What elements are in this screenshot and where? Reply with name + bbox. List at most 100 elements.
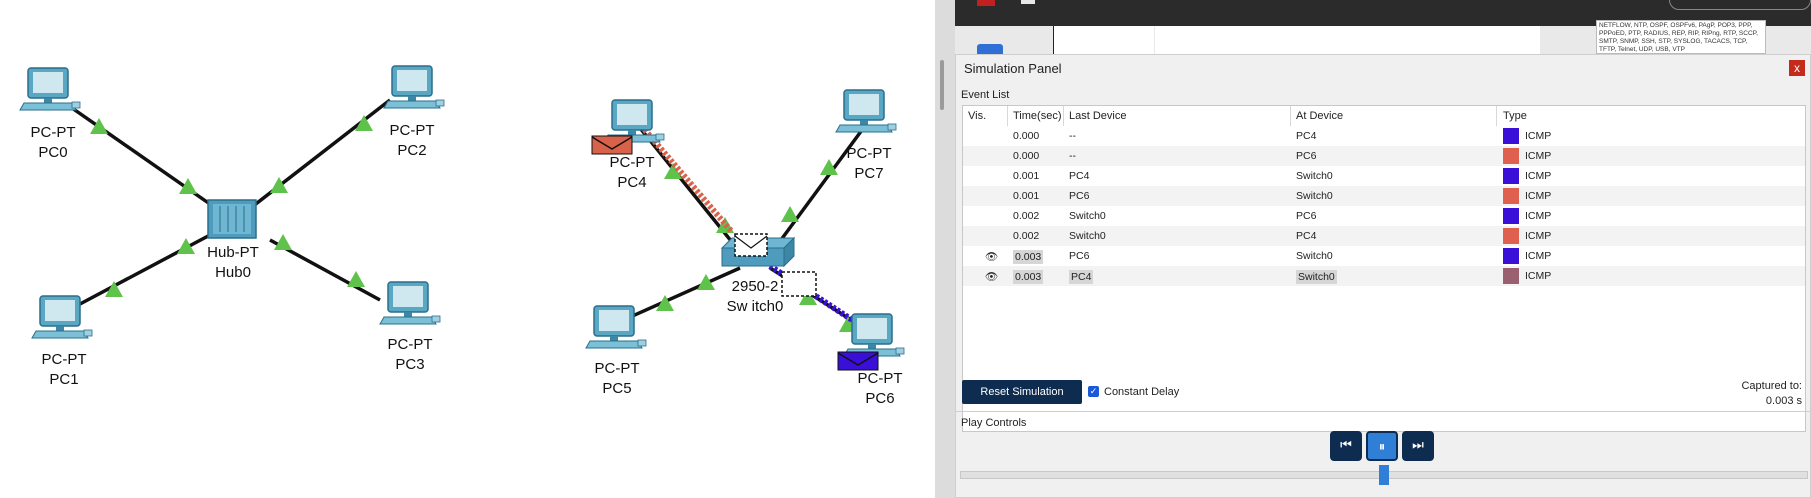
device-name: PC4 [617, 174, 647, 191]
event-time: 0.000 [1013, 150, 1040, 162]
device-label-pc2[interactable]: PC-PT PC2 [352, 121, 472, 161]
device-label-hub0[interactable]: Hub-PT Hub0 [173, 243, 293, 283]
event-last-device: PC4 [1069, 270, 1094, 284]
constant-delay-checkbox[interactable]: ✓ [1088, 386, 1099, 397]
panel-divider[interactable] [935, 0, 955, 498]
event-row[interactable]: 👁 0.003 PC6 Switch0 ICMP [963, 246, 1805, 266]
event-type: ICMP [1525, 250, 1552, 262]
event-time: 0.002 [1013, 230, 1040, 242]
device-model: PC-PT [30, 124, 76, 141]
eye-icon[interactable]: 👁 [985, 250, 998, 263]
event-color-swatch[interactable] [1503, 228, 1519, 244]
event-last-device: -- [1069, 130, 1076, 142]
scenario-field[interactable] [1053, 26, 1154, 54]
device-model: Hub-PT [207, 244, 259, 261]
event-row[interactable]: 0.000 -- PC4 ICMP [963, 126, 1805, 146]
device-name: PC5 [602, 380, 632, 397]
event-color-swatch[interactable] [1503, 248, 1519, 264]
column-header-last-device[interactable]: Last Device [1069, 110, 1126, 122]
device-name: Hub0 [215, 264, 251, 281]
event-row[interactable]: 0.000 -- PC6 ICMP [963, 146, 1805, 166]
column-header-at-device[interactable]: At Device [1296, 110, 1343, 122]
event-color-swatch[interactable] [1503, 148, 1519, 164]
simulation-panel: Simulation Panel x Event List Vis. Time(… [955, 54, 1811, 498]
event-last-device: PC4 [1069, 170, 1090, 182]
column-header-time[interactable]: Time(sec) [1013, 110, 1061, 122]
event-row[interactable]: 👁 0.003 PC4 Switch0 ICMP [963, 266, 1805, 286]
event-last-device: Switch0 [1069, 230, 1106, 242]
event-last-device: -- [1069, 150, 1076, 162]
event-color-swatch[interactable] [1503, 268, 1519, 284]
device-label-pc6[interactable]: PC-PT PC6 [820, 369, 940, 409]
event-at-device: PC4 [1296, 230, 1317, 242]
column-header-type[interactable]: Type [1503, 110, 1527, 122]
device-model: PC-PT [846, 145, 892, 162]
scenario-tab[interactable] [977, 44, 1003, 54]
event-time: 0.000 [1013, 130, 1040, 142]
event-list-label: Event List [961, 89, 1010, 101]
column-header-vis[interactable]: Vis. [968, 110, 986, 122]
device-model: PC-PT [387, 336, 433, 353]
play-controls-label: Play Controls [961, 417, 1027, 429]
step-forward-icon: ⏭ [1412, 438, 1424, 453]
device-label-pc4[interactable]: PC-PT PC4 [572, 153, 692, 193]
toolbar-red-button[interactable] [977, 0, 995, 6]
event-type: ICMP [1525, 150, 1552, 162]
event-row[interactable]: 0.002 Switch0 PC4 ICMP [963, 226, 1805, 246]
topology-canvas[interactable]: PC-PT PC0 PC-PT PC1 PC-PT PC2 PC-PT PC3 … [0, 0, 935, 498]
event-time: 0.002 [1013, 210, 1040, 222]
slider-thumb[interactable] [1379, 465, 1389, 485]
device-model: PC-PT [41, 351, 87, 368]
captured-to-label: Captured to: [1741, 380, 1802, 392]
device-name: Sw itch0 [726, 298, 784, 315]
device-name: PC7 [854, 165, 884, 182]
device-label-pc0[interactable]: PC-PT PC0 [0, 123, 113, 163]
back-button[interactable]: ⏮ [1330, 431, 1362, 461]
play-pause-button[interactable]: ⏸ [1366, 431, 1398, 461]
device-label-switch0[interactable]: 2950-2 Sw itch0 [695, 277, 815, 317]
protocol-filter-list[interactable]: NETFLOW, NTP, OSPF, OSPFv6, PAgP, POP3, … [1596, 20, 1766, 54]
device-model: PC-PT [857, 370, 903, 387]
device-label-pc5[interactable]: PC-PT PC5 [557, 359, 677, 399]
event-color-swatch[interactable] [1503, 168, 1519, 184]
event-color-swatch[interactable] [1503, 208, 1519, 224]
event-at-device: Switch0 [1296, 170, 1333, 182]
device-label-pc3[interactable]: PC-PT PC3 [350, 335, 470, 375]
event-color-swatch[interactable] [1503, 188, 1519, 204]
event-color-swatch[interactable] [1503, 128, 1519, 144]
event-time: 0.003 [1013, 250, 1044, 264]
forward-button[interactable]: ⏭ [1402, 431, 1434, 461]
device-label-pc1[interactable]: PC-PT PC1 [4, 350, 124, 390]
event-at-device: Switch0 [1296, 250, 1333, 262]
event-at-device: Switch0 [1296, 190, 1333, 202]
step-back-icon: ⏮ [1340, 438, 1352, 453]
device-model: 2950-2 [731, 278, 779, 295]
captured-to-value: 0.003 s [1765, 395, 1802, 407]
pause-icon: ⏸ [1378, 440, 1386, 455]
divider [956, 411, 1811, 412]
event-row[interactable]: 0.001 PC4 Switch0 ICMP [963, 166, 1805, 186]
device-model: PC-PT [609, 154, 655, 171]
canvas-scrollbar[interactable] [940, 60, 944, 110]
device-name: PC3 [395, 356, 425, 373]
event-row[interactable]: 0.002 Switch0 PC6 ICMP [963, 206, 1805, 226]
event-list-table: Vis. Time(sec) Last Device At Device Typ… [962, 105, 1806, 432]
device-model: PC-PT [594, 360, 640, 377]
event-last-device: PC6 [1069, 190, 1090, 202]
event-last-device: Switch0 [1069, 210, 1106, 222]
event-time: 0.001 [1013, 190, 1040, 202]
toolbar-doc-icon[interactable] [1021, 0, 1035, 4]
constant-delay-label: Constant Delay [1104, 386, 1180, 398]
event-type: ICMP [1525, 130, 1552, 142]
close-button[interactable]: x [1789, 60, 1805, 76]
toolbar-search[interactable] [1669, 0, 1811, 10]
event-time: 0.003 [1013, 270, 1044, 284]
event-at-device: Switch0 [1296, 270, 1337, 284]
scenario-description[interactable] [1155, 26, 1540, 54]
panel-title: Simulation Panel [964, 61, 1062, 76]
eye-icon[interactable]: 👁 [985, 270, 998, 283]
reset-simulation-button[interactable]: Reset Simulation [962, 380, 1082, 404]
event-at-device: PC6 [1296, 210, 1317, 222]
device-label-pc7[interactable]: PC-PT PC7 [809, 144, 929, 184]
event-row[interactable]: 0.001 PC6 Switch0 ICMP [963, 186, 1805, 206]
